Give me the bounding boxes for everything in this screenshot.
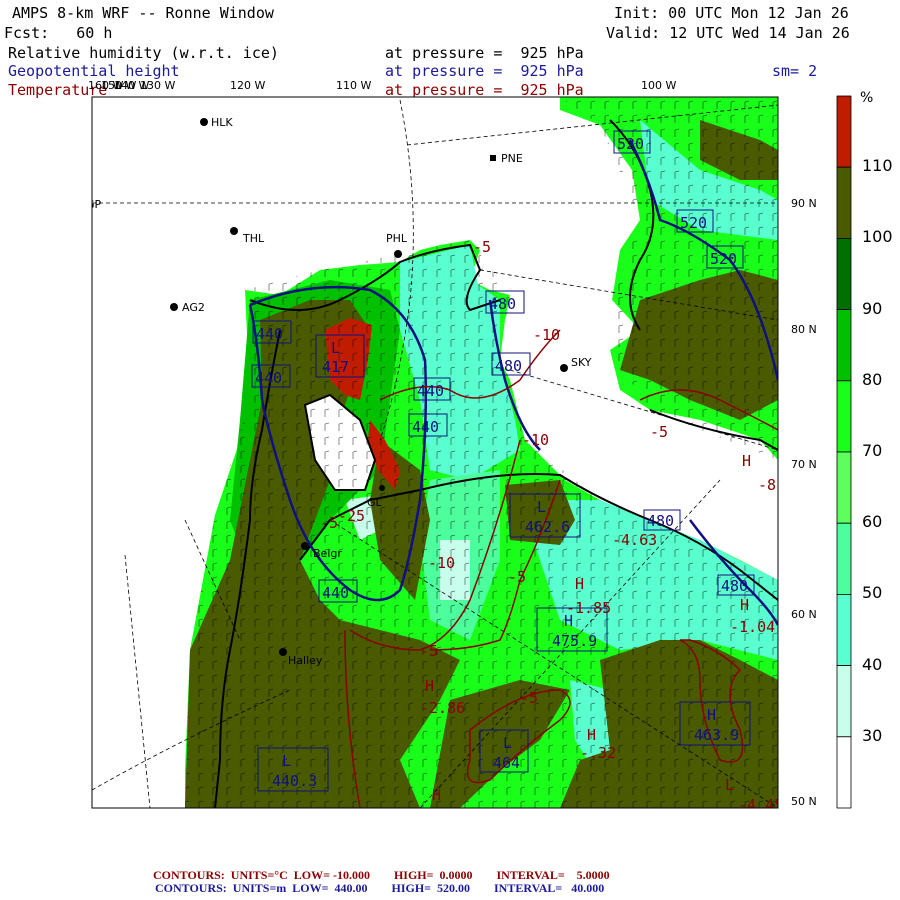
temp-label: -5: [650, 423, 668, 441]
station-label: Halley: [288, 654, 323, 667]
temp-label: -5: [520, 689, 538, 707]
station-marker: [490, 155, 496, 161]
station-label: PNE: [501, 152, 523, 165]
temp-center-mark: H: [587, 726, 596, 744]
colorbar-tick: 70: [862, 441, 883, 460]
lon-label: 110 W: [336, 79, 371, 92]
temp-center-mark: H: [432, 786, 441, 804]
station-label: THL: [242, 232, 265, 245]
station-label: HLK: [211, 116, 233, 129]
svg-text:520: 520: [680, 214, 707, 232]
temp-label: -10: [428, 554, 455, 572]
lat-label: 90 N: [791, 197, 817, 210]
temp-label: -1.04: [730, 618, 775, 636]
temp-label: -4.45: [738, 796, 783, 814]
svg-text:440: 440: [255, 369, 282, 387]
svg-text:L: L: [331, 339, 340, 357]
station-label: GL: [367, 496, 383, 509]
temp-label: -8: [758, 476, 776, 494]
colorbar-unit: %: [860, 90, 874, 106]
svg-text:520: 520: [617, 135, 644, 153]
svg-text:440.3: 440.3: [272, 772, 317, 790]
colorbar-segment: [836, 522, 852, 595]
svg-text:L: L: [282, 752, 291, 770]
station-marker: [379, 485, 385, 491]
temp-label: -5: [473, 238, 491, 256]
svg-text:463.9: 463.9: [694, 726, 739, 744]
colorbar-tick: 50: [862, 583, 883, 603]
temp-label: -10: [522, 431, 549, 449]
colorbar-segment: [836, 380, 852, 453]
svg-text:480: 480: [495, 357, 522, 375]
lat-label: 60 N: [791, 608, 817, 621]
svg-text:480: 480: [489, 295, 516, 313]
rh-field: 520 520 520 480 480 440 440 L417 440 440…: [86, 97, 783, 814]
temp-label: -1.85: [566, 599, 611, 617]
svg-text:L: L: [537, 498, 546, 516]
lat-label: 50 N: [791, 795, 817, 808]
station-marker: [394, 250, 402, 258]
colorbar-tick: 90: [862, 298, 883, 318]
colorbar-segment: [836, 95, 852, 168]
station-label: AG2: [182, 301, 205, 314]
station-label: PHL: [386, 232, 408, 245]
temp-label: -5: [508, 568, 526, 586]
colorbar-segment: [836, 736, 852, 809]
temp-label: -.32: [580, 744, 616, 762]
colorbar-segment: [836, 309, 852, 382]
svg-text:440: 440: [322, 584, 349, 602]
colorbar-tick: 100: [862, 227, 893, 247]
station-label: SKY: [571, 356, 592, 369]
colorbar-segment: [836, 451, 852, 524]
temp-label: -25: [338, 507, 365, 525]
lon-label: 100 W: [641, 79, 676, 92]
map-plot: 160 W 150 W 140 W 130 W 120 W 110 W 100 …: [86, 79, 852, 814]
temp-center-mark: H: [575, 575, 584, 593]
svg-text:475.9: 475.9: [552, 632, 597, 650]
svg-text:440: 440: [417, 382, 444, 400]
temp-center-mark: L: [725, 776, 734, 794]
temp-center-mark: H: [742, 452, 751, 470]
svg-text:L: L: [503, 734, 512, 752]
station-label: Belgr: [313, 547, 342, 560]
temp-label: -4.63: [612, 531, 657, 549]
temp-label: -10: [533, 326, 560, 344]
colorbar-tick: 60: [862, 512, 883, 532]
svg-text:417: 417: [322, 358, 349, 376]
colorbar-tick: 110: [862, 156, 893, 176]
temp-label: -5: [420, 642, 438, 660]
svg-text:440: 440: [256, 325, 283, 343]
colorbar-tick: 30: [862, 725, 883, 745]
colorbar-segment: [836, 237, 852, 310]
colorbar-segment: [836, 166, 852, 239]
height-contour-info: CONTOURS: UNITS=m LOW= 440.00 HIGH= 520.…: [155, 881, 605, 895]
svg-text:440: 440: [412, 418, 439, 436]
svg-text:520: 520: [710, 250, 737, 268]
colorbar-segment: [836, 594, 852, 667]
lon-label: 120 W: [230, 79, 265, 92]
svg-text:480: 480: [721, 577, 748, 595]
colorbar-tick: 40: [862, 654, 883, 674]
lat-label: 80 N: [791, 323, 817, 336]
temp-label: -2.86: [420, 699, 465, 717]
temp-center-mark: H: [740, 596, 749, 614]
station-marker: [279, 648, 287, 656]
lat-label: 70 N: [791, 458, 817, 471]
station-marker: [560, 364, 568, 372]
svg-text:H: H: [707, 706, 716, 724]
svg-text:480: 480: [647, 512, 674, 530]
station-marker: [301, 542, 309, 550]
colorbar: [836, 95, 852, 809]
station-marker: [230, 227, 238, 235]
svg-text:464: 464: [493, 754, 520, 772]
colorbar-segment: [836, 665, 852, 738]
station-marker: [200, 118, 208, 126]
temp-label: -5: [320, 514, 338, 532]
temp-center-mark: H: [425, 677, 434, 695]
svg-text:462.6: 462.6: [525, 518, 570, 536]
station-label: GP: [86, 198, 102, 211]
lon-label: 130 W: [140, 79, 175, 92]
station-marker: [170, 303, 178, 311]
colorbar-tick: 80: [862, 369, 883, 389]
